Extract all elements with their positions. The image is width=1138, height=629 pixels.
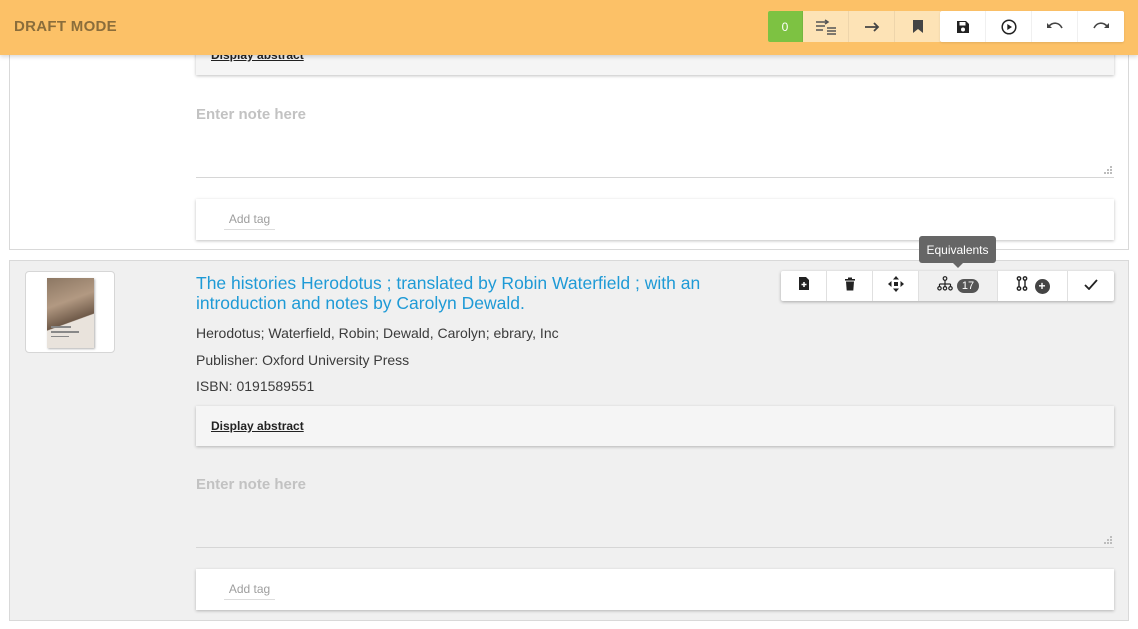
check-icon: [1084, 277, 1098, 295]
tag-box: Add tag: [196, 199, 1114, 240]
move-button[interactable]: [873, 271, 919, 301]
redo-button[interactable]: [1078, 11, 1124, 42]
sort-list-icon: [815, 18, 837, 35]
link-icon: [1016, 276, 1028, 296]
note-placeholder: Enter note here: [196, 476, 307, 493]
move-icon: [887, 275, 904, 297]
resize-handle-icon[interactable]: [1103, 165, 1112, 174]
equivalents-tooltip: Equivalents: [919, 236, 996, 268]
equivalents-button[interactable]: 17: [919, 271, 998, 301]
record-card: The histories Herodotus ; translated by …: [9, 260, 1129, 621]
bookmark-icon: [912, 19, 924, 34]
run-button[interactable]: [986, 11, 1032, 42]
add-tag-input[interactable]: Add tag: [224, 582, 275, 600]
equivalents-count-badge: 17: [956, 279, 980, 293]
record-authors: Herodotus; Waterfield, Robin; Dewald, Ca…: [196, 325, 559, 341]
record-publisher: Publisher: Oxford University Press: [196, 352, 410, 368]
arrow-right-icon: [864, 21, 880, 33]
add-tag-input[interactable]: Add tag: [224, 212, 275, 230]
save-button[interactable]: [940, 11, 986, 42]
note-field[interactable]: Enter note here: [196, 464, 1114, 548]
tag-box: Add tag: [196, 569, 1114, 610]
add-document-icon: [798, 276, 810, 296]
confirm-button[interactable]: [1068, 271, 1114, 301]
mode-label: DRAFT MODE: [14, 18, 117, 35]
resize-handle-icon[interactable]: [1103, 535, 1112, 544]
display-abstract-link[interactable]: Display abstract: [211, 419, 304, 433]
basket-count-button[interactable]: 0: [768, 11, 803, 42]
record-title-link[interactable]: The histories Herodotus ; translated by …: [196, 273, 756, 313]
add-document-button[interactable]: [781, 271, 827, 301]
note-placeholder: Enter note here: [196, 106, 307, 123]
toolbar-group-edit: [940, 11, 1124, 42]
hierarchy-icon: [937, 276, 953, 296]
record-isbn: ISBN: 0191589551: [196, 378, 315, 394]
bookmark-button[interactable]: [895, 11, 941, 42]
note-field[interactable]: Enter note here: [196, 94, 1114, 178]
sort-list-button[interactable]: [803, 11, 849, 42]
delete-button[interactable]: [827, 271, 873, 301]
plus-icon: +: [1034, 278, 1050, 294]
trash-icon: [844, 277, 856, 296]
undo-button[interactable]: [1032, 11, 1078, 42]
book-thumbnail[interactable]: [25, 271, 115, 353]
top-toolbar: DRAFT MODE 0: [0, 0, 1138, 55]
save-icon: [956, 20, 970, 34]
forward-button[interactable]: [849, 11, 895, 42]
play-icon: [1000, 18, 1017, 35]
book-cover-image: [47, 278, 94, 348]
toolbar-group-basket: 0: [768, 11, 941, 42]
abstract-panel: Display abstract: [196, 406, 1114, 446]
link-button[interactable]: +: [998, 271, 1068, 301]
redo-icon: [1092, 21, 1110, 33]
undo-icon: [1046, 21, 1064, 33]
record-actions-toolbar: 17 +: [781, 271, 1114, 301]
